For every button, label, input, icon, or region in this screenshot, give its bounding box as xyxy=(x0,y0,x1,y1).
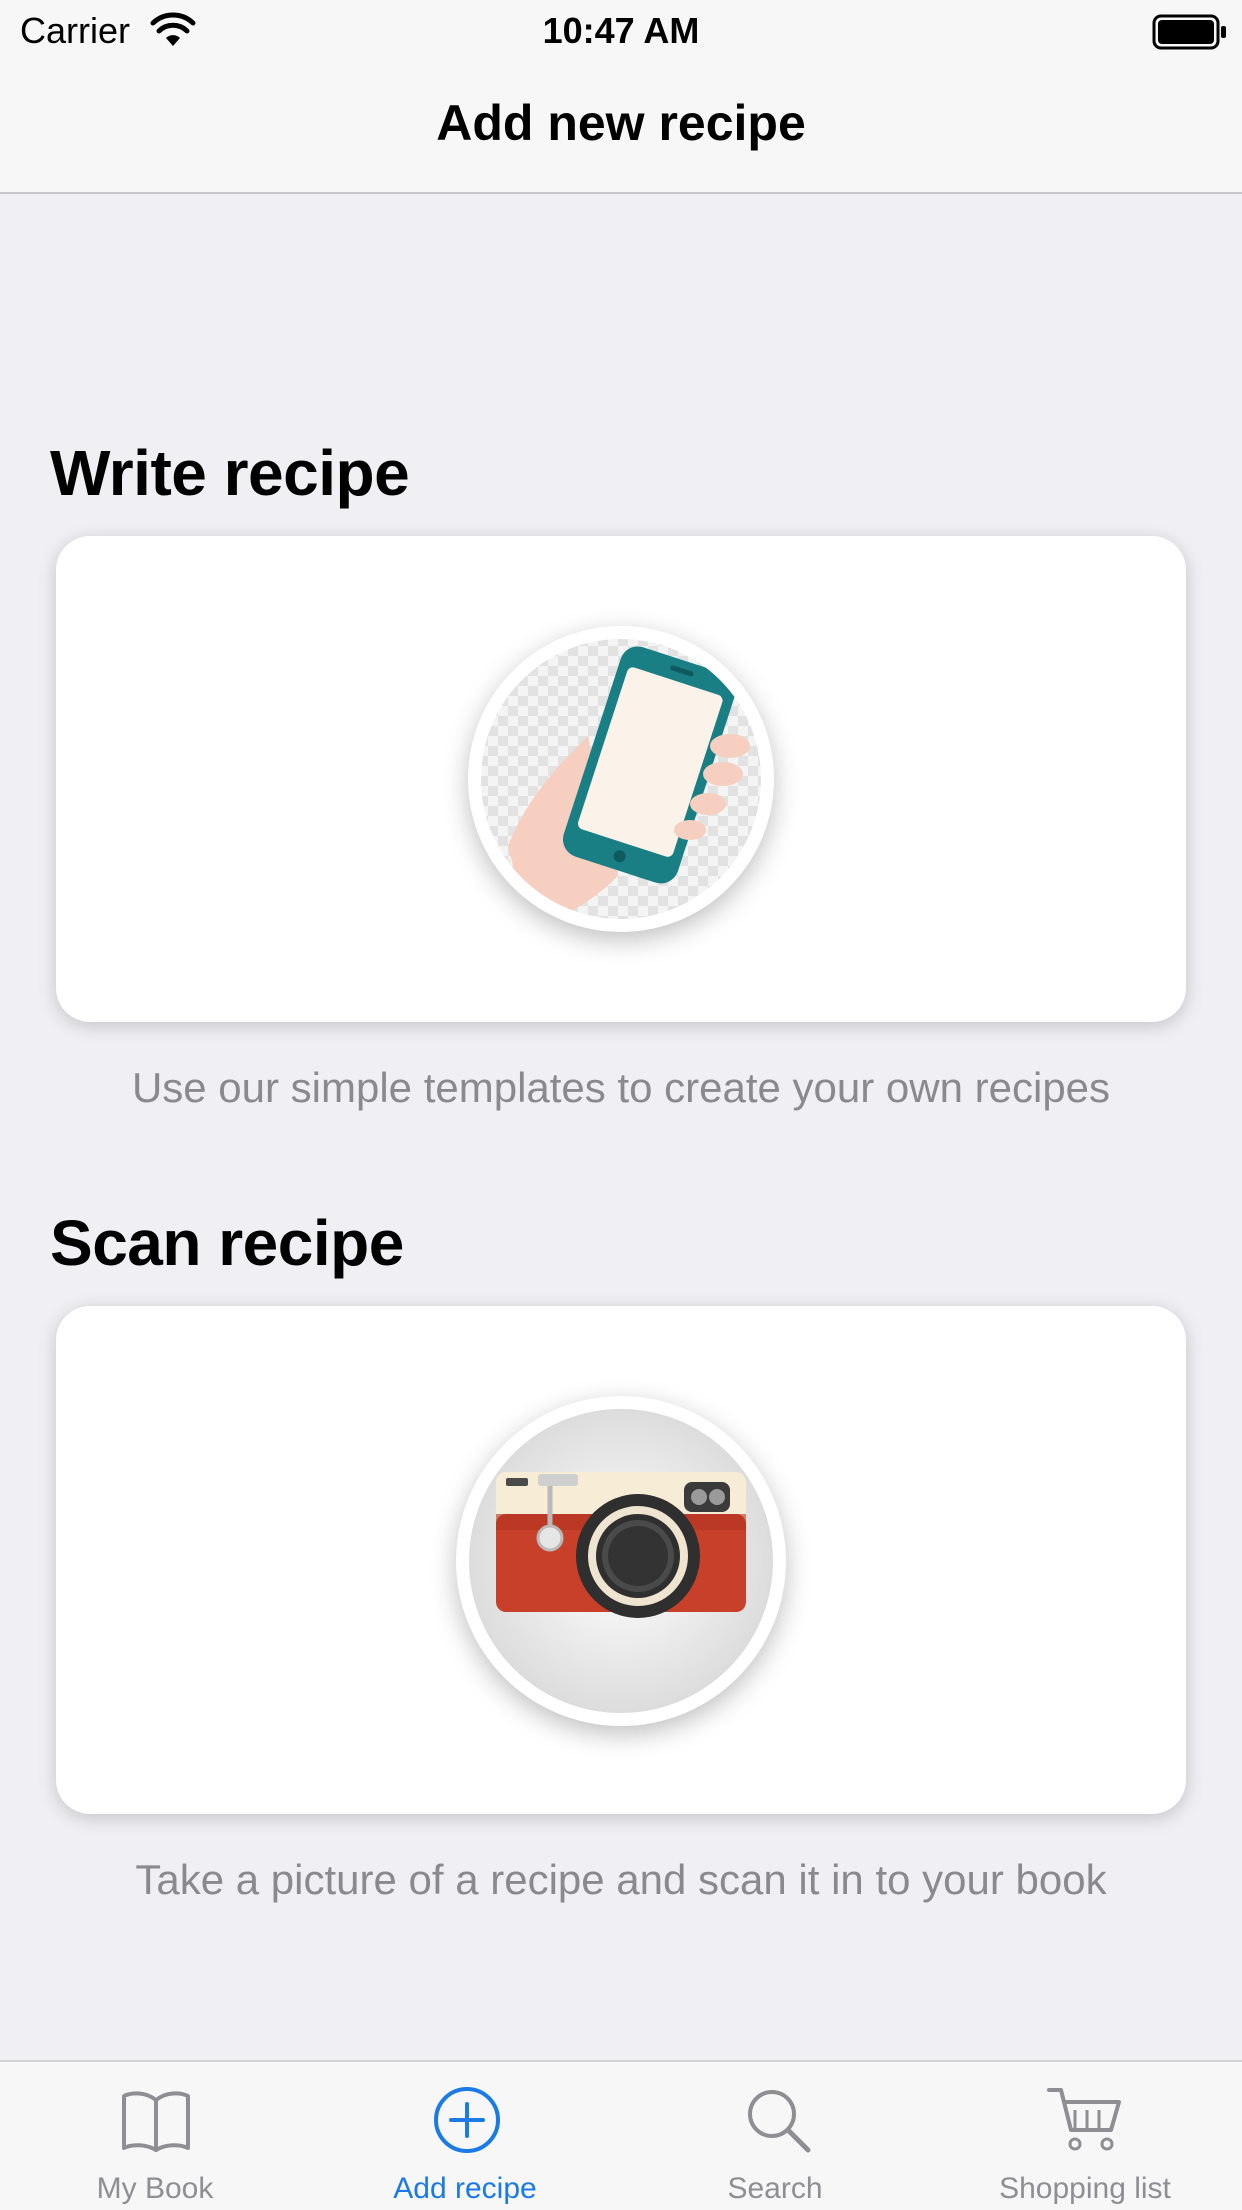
battery-icon xyxy=(1152,14,1226,50)
cart-icon xyxy=(1047,2088,1121,2151)
scan-recipe-card[interactable] xyxy=(56,1306,1186,1814)
plus-circle-icon xyxy=(434,2087,500,2153)
navigation-bar: Add new recipe xyxy=(0,62,1242,194)
tab-label: Shopping list xyxy=(999,2172,1171,2205)
tab-label: Add recipe xyxy=(393,2172,537,2205)
tab-shopping-list[interactable]: Shopping list xyxy=(930,2062,1240,2210)
book-icon xyxy=(122,2091,190,2152)
page-title: Add new recipe xyxy=(436,95,806,151)
write-recipe-card[interactable] xyxy=(56,536,1186,1022)
status-bar: Carrier 10:47 AM xyxy=(0,0,1242,62)
search-icon xyxy=(748,2090,811,2153)
scan-recipe-caption: Take a picture of a recipe and scan it i… xyxy=(135,1856,1107,1903)
tab-label: Search xyxy=(727,2172,823,2205)
tab-bar: My Book Add recipe Search Shopping list xyxy=(0,2060,1242,2210)
camera-icon xyxy=(456,1396,786,1726)
tab-add-recipe[interactable]: Add recipe xyxy=(310,2062,620,2210)
scan-recipe-heading: Scan recipe xyxy=(50,1207,404,1279)
tab-search[interactable]: Search xyxy=(620,2062,930,2210)
phone-in-hand-icon xyxy=(468,626,774,932)
clock: 10:47 AM xyxy=(542,10,700,51)
tab-my-book[interactable]: My Book xyxy=(0,2062,310,2210)
write-recipe-heading: Write recipe xyxy=(50,437,410,509)
write-recipe-caption: Use our simple templates to create your … xyxy=(131,1064,1111,1111)
tab-label: My Book xyxy=(96,2172,214,2205)
